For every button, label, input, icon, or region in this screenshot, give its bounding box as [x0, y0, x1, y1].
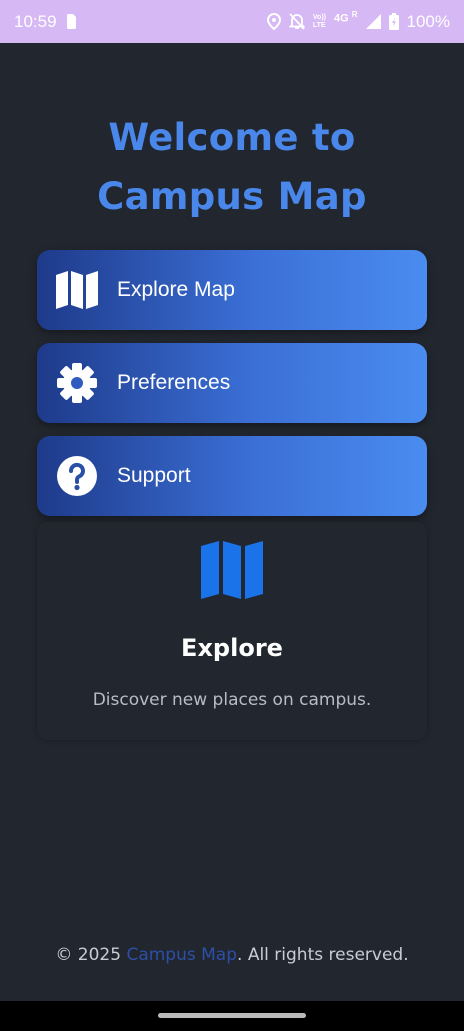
volte-indicator: Vo)) LTE — [313, 14, 326, 30]
battery-percent: 100% — [406, 11, 450, 31]
title-line-2: Campus Map — [97, 175, 367, 218]
title-line-1: Welcome to — [108, 116, 356, 159]
main-menu: Explore Map Preferences Support — [37, 250, 427, 529]
volte-top-text: Vo)) — [312, 13, 326, 21]
footer-rights: . All rights reserved. — [237, 945, 409, 965]
network-type-text: 4G — [333, 12, 349, 25]
status-right: Vo)) LTE 4G R 100% — [266, 10, 450, 32]
page-title: Welcome to Campus Map — [0, 108, 464, 226]
signal-icon — [365, 14, 381, 29]
explore-card: Explore Discover new places on campus. — [37, 522, 427, 740]
system-nav-bar — [0, 1001, 464, 1031]
battery-icon — [388, 13, 399, 30]
preferences-label: Preferences — [117, 371, 231, 394]
network-type: 4G R — [334, 10, 358, 25]
volte-bottom-text: LTE — [312, 21, 326, 29]
map-icon — [55, 268, 99, 312]
support-label: Support — [117, 464, 191, 487]
footer-brand-link[interactable]: Campus Map — [126, 945, 237, 965]
card-description: Discover new places on campus. — [92, 690, 372, 710]
status-time: 10:59 — [14, 11, 57, 31]
notifications-off-icon — [288, 13, 305, 30]
footer: © 2025 Campus Map. All rights reserved. — [0, 945, 464, 965]
preferences-button[interactable]: Preferences — [37, 343, 427, 423]
app-screen: 10:59 Vo)) LTE 4G R 100% Welcome to Camp… — [0, 0, 464, 1031]
status-left: 10:59 — [14, 12, 76, 32]
question-icon — [55, 454, 99, 498]
sim-card-icon — [66, 14, 76, 29]
gear-icon — [55, 361, 99, 405]
footer-copyright: © 2025 — [55, 945, 127, 965]
map-icon — [200, 540, 264, 600]
location-icon — [266, 13, 281, 30]
status-bar: 10:59 Vo)) LTE 4G R 100% — [0, 0, 464, 43]
home-gesture-handle[interactable] — [158, 1013, 306, 1018]
explore-map-button[interactable]: Explore Map — [37, 250, 427, 330]
support-button[interactable]: Support — [37, 436, 427, 516]
explore-map-label: Explore Map — [117, 278, 235, 301]
card-title: Explore — [181, 634, 283, 662]
roaming-indicator: R — [351, 10, 358, 20]
